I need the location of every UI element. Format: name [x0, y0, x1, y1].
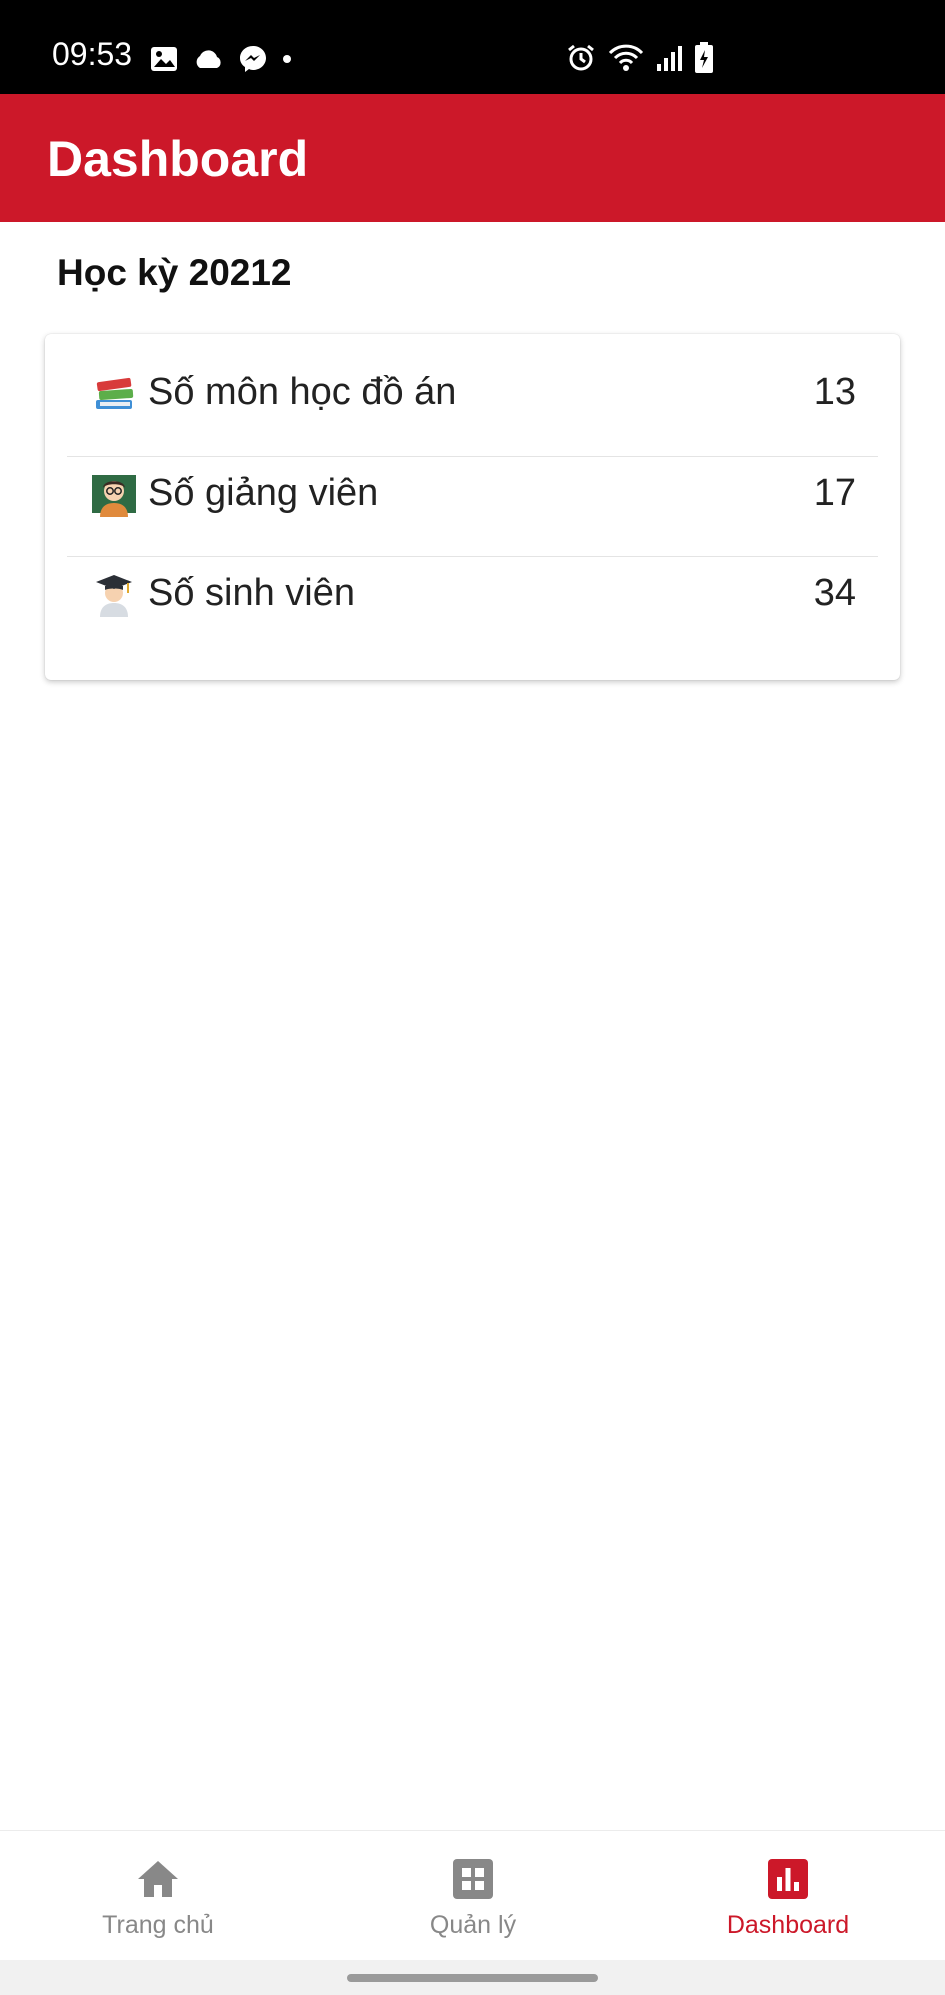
nav-label: Dashboard: [726, 1911, 850, 1939]
semester-title: Học kỳ 20212: [57, 252, 292, 293]
teacher-emoji-icon: [92, 475, 136, 517]
battery-charging-icon: [695, 42, 713, 73]
messenger-icon: [240, 46, 266, 72]
books-emoji-icon: [96, 377, 134, 409]
stat-label: Số giảng viên: [148, 472, 379, 514]
stat-row-students: Số sinh viên 34: [67, 542, 878, 642]
bar-chart-icon: [768, 1859, 808, 1899]
wifi-icon: [608, 44, 644, 71]
status-time: 09:53: [52, 36, 133, 72]
app-bar: Dashboard: [0, 94, 945, 222]
cloud-icon: [196, 50, 221, 68]
nav-item-manage[interactable]: Quản lý: [353, 1831, 593, 1961]
stats-card: Số môn học đồ án 13 Số giảng viên 17 Số …: [45, 334, 900, 680]
stat-row-lecturers: Số giảng viên 17: [67, 442, 878, 542]
nav-label: Quản lý: [429, 1911, 517, 1939]
page-title: Dashboard: [47, 131, 309, 187]
nav-label: Trang chủ: [102, 1911, 214, 1939]
stat-label: Số môn học đồ án: [148, 371, 457, 413]
stat-value: 13: [813, 371, 856, 413]
dot-icon: [283, 55, 291, 63]
nav-item-home[interactable]: Trang chủ: [38, 1831, 278, 1961]
stat-value: 17: [813, 472, 856, 514]
stat-row-projects: Số môn học đồ án 13: [67, 341, 878, 441]
grid-icon: [453, 1859, 493, 1899]
image-icon: [151, 47, 177, 71]
signal-icon: [657, 46, 682, 71]
alarm-icon: [568, 44, 594, 71]
stat-label: Số sinh viên: [148, 572, 356, 614]
status-right-icons: [566, 40, 714, 76]
nav-item-dashboard[interactable]: Dashboard: [668, 1831, 908, 1961]
home-icon: [138, 1861, 178, 1897]
stat-value: 34: [813, 572, 856, 614]
gesture-bar: [0, 1960, 945, 1995]
status-left-icons: [150, 44, 292, 74]
gesture-handle[interactable]: [347, 1974, 598, 1982]
status-bar: 09:53: [0, 0, 945, 94]
student-emoji-icon: [96, 575, 132, 617]
bottom-nav: Trang chủ Quản lý Dashboard: [0, 1830, 945, 1960]
